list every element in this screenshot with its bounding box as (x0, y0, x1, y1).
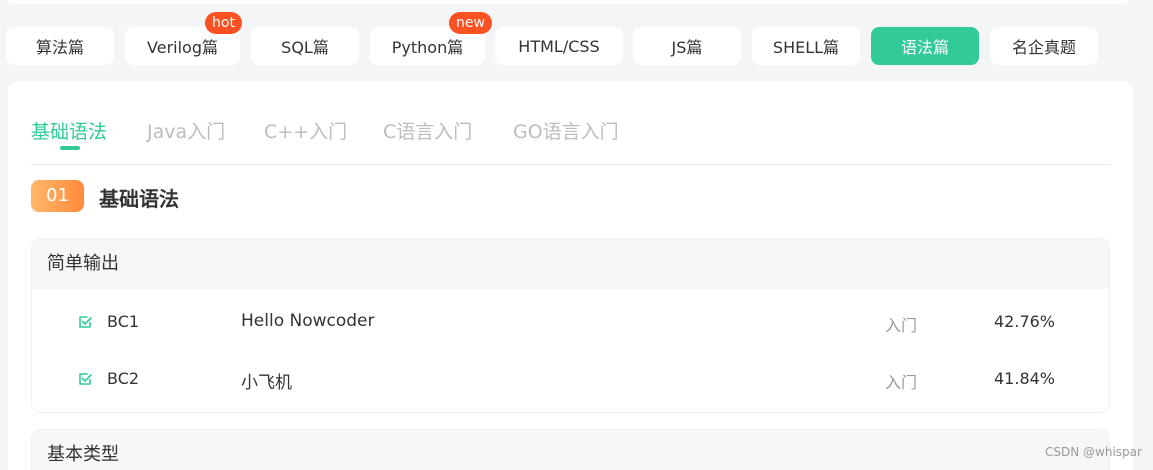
question-title[interactable]: Hello Nowcoder (241, 311, 375, 331)
section-title: 基础语法 (99, 187, 179, 211)
question-row[interactable]: BC2 小飞机 入门 41.84% (32, 346, 1109, 403)
tab-go-intro[interactable]: GO语言入门 (513, 117, 619, 144)
category-label: SQL篇 (281, 38, 329, 57)
question-difficulty: 入门 (885, 373, 918, 392)
check-square-icon (79, 373, 92, 385)
category-python[interactable]: Python篇 new (370, 12, 492, 65)
category-label: SHELL篇 (772, 38, 840, 57)
group-title[interactable]: 基本类型 (32, 430, 1109, 470)
category-label: 语法篇 (900, 38, 949, 57)
question-difficulty: 入门 (885, 316, 918, 335)
category-js[interactable]: JS篇 (633, 27, 741, 65)
top-card-edge (8, 0, 1128, 4)
tab-cpp-intro[interactable]: C++入门 (264, 117, 347, 144)
category-label: Python篇 (391, 38, 464, 57)
tab-java-intro[interactable]: Java入门 (147, 117, 225, 144)
tab-divider (31, 164, 1110, 165)
category-label: Verilog篇 (147, 38, 218, 57)
category-shell[interactable]: SHELL篇 (752, 27, 860, 65)
category-html-css[interactable]: HTML/CSS (495, 27, 623, 65)
question-id: BC2 (107, 369, 140, 388)
category-syntax[interactable]: 语法篇 (871, 27, 979, 65)
tab-c-intro[interactable]: C语言入门 (383, 117, 472, 144)
question-row[interactable]: BC1 Hello Nowcoder 入门 42.76% (32, 289, 1109, 346)
active-tab-indicator (60, 146, 80, 150)
group-title[interactable]: 简单输出 (32, 239, 1109, 289)
hot-badge: hot (205, 12, 242, 34)
question-title[interactable]: 小飞机 (241, 368, 292, 393)
category-label: HTML/CSS (518, 36, 600, 56)
question-group: 简单输出 BC1 Hello Nowcoder 入门 42.76% BC2 小飞… (31, 238, 1110, 413)
question-id: BC1 (107, 312, 140, 331)
question-pass-rate: 42.76% (994, 312, 1056, 331)
category-company-questions[interactable]: 名企真题 (990, 27, 1098, 65)
watermark: CSDN @whispar (1045, 445, 1142, 459)
category-label: JS篇 (671, 38, 703, 57)
check-square-icon (79, 316, 92, 328)
category-algorithm[interactable]: 算法篇 (6, 27, 114, 65)
category-sql[interactable]: SQL篇 (251, 27, 359, 65)
category-label: 算法篇 (35, 38, 84, 57)
tab-basic-syntax[interactable]: 基础语法 (31, 117, 107, 144)
section-number-badge: 01 (31, 180, 84, 212)
category-verilog[interactable]: Verilog篇 hot (125, 12, 242, 65)
new-badge: new (449, 12, 492, 34)
question-group: 基本类型 (31, 429, 1110, 470)
question-panel: 基础语法 Java入门 C++入门 C语言入门 GO语言入门 01 基础语法 简… (8, 81, 1133, 470)
category-label: 名企真题 (1011, 38, 1076, 57)
question-pass-rate: 41.84% (994, 369, 1056, 388)
